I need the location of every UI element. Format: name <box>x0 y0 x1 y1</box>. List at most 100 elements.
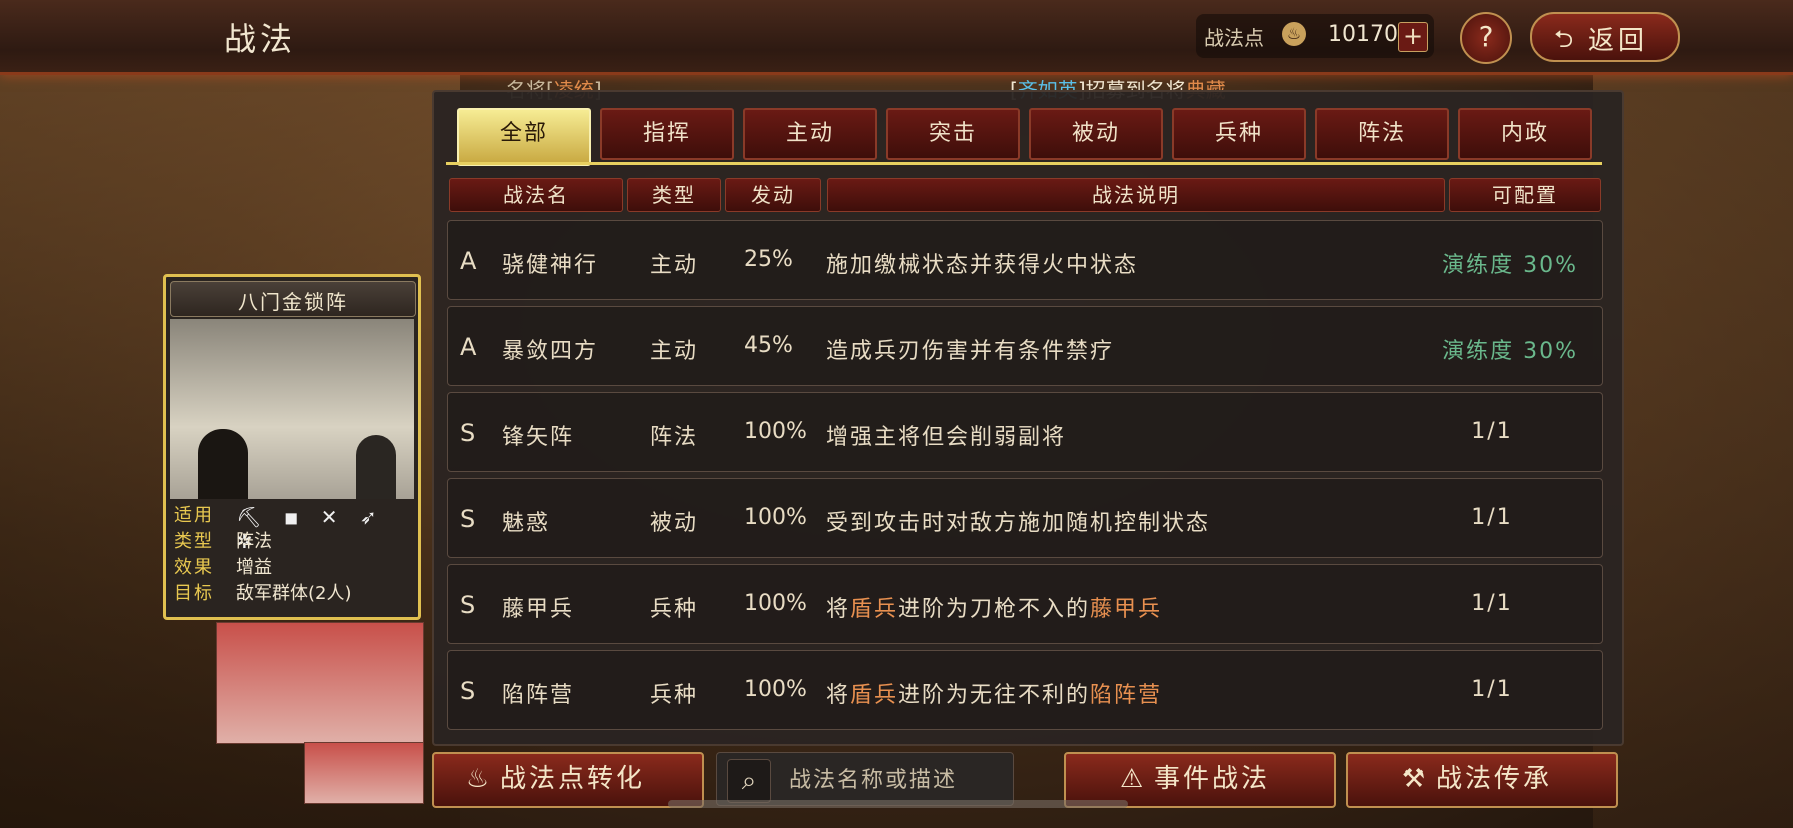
tab-active[interactable]: 主动 <box>743 108 877 160</box>
card-artwork <box>170 319 414 499</box>
inherit-tactics-button[interactable]: ⚒ 战法传承 <box>1346 752 1618 808</box>
convert-label: 战法点转化 <box>500 764 646 794</box>
col-header-rate[interactable]: 发动 <box>725 178 821 212</box>
row-desc: 将盾兵进阶为无往不利的陷阵营 <box>826 677 1162 709</box>
effect-label: 效果 <box>174 557 214 578</box>
table-row[interactable]: S 陷阵营 兵种 100% 将盾兵进阶为无往不利的陷阵营 1/1 <box>447 650 1603 730</box>
row-desc: 增强主将但会削弱副将 <box>826 425 1067 450</box>
back-button[interactable]: ⮌ 返回 <box>1530 12 1680 62</box>
row-type: 兵种 <box>650 683 699 708</box>
row-config: 1/1 <box>1471 419 1513 444</box>
row-rate: 45% <box>744 333 793 358</box>
row-type: 兵种 <box>650 597 699 622</box>
row-type: 阵法 <box>650 425 699 450</box>
horizontal-scrollbar[interactable] <box>668 800 1128 808</box>
tab-all[interactable]: 全部 <box>457 108 591 166</box>
flame-icon: ♨ <box>465 764 493 794</box>
desc-highlight: 盾兵 <box>850 683 899 708</box>
table-row[interactable]: S 藤甲兵 兵种 100% 将盾兵进阶为刀枪不入的藤甲兵 1/1 <box>447 564 1603 644</box>
type-value: 阵法 <box>236 531 272 552</box>
row-grade: A <box>460 333 479 361</box>
search-box[interactable]: ⌕ <box>716 752 1014 806</box>
col-header-name[interactable]: 战法名 <box>449 178 623 212</box>
silhouette-figure <box>198 429 248 499</box>
tab-command[interactable]: 指挥 <box>600 108 734 160</box>
card-stack-back <box>216 622 424 744</box>
effect-value: 增益 <box>236 557 272 578</box>
back-arrow-icon: ⮌ <box>1554 25 1574 53</box>
desc-text: 进阶为刀枪不入的 <box>898 597 1091 622</box>
row-name: 暴敛四方 <box>502 339 599 364</box>
hammer-icon: ⚒ <box>1401 764 1429 794</box>
row-name: 藤甲兵 <box>502 597 575 622</box>
convert-points-button[interactable]: ♨ 战法点转化 <box>432 752 704 808</box>
table-row[interactable]: A 暴敛四方 主动 45% 造成兵刃伤害并有条件禁疗 演练度 30% <box>447 306 1603 386</box>
inherit-label: 战法传承 <box>1436 764 1553 794</box>
card-title-bar: 八门金锁阵 <box>170 281 416 317</box>
row-grade: S <box>460 591 478 619</box>
type-label: 类型 <box>174 531 214 552</box>
row-rate: 100% <box>744 419 807 444</box>
card-stack-back <box>304 742 424 804</box>
help-button[interactable]: ? <box>1460 12 1512 64</box>
row-rate: 100% <box>744 677 807 702</box>
desc-text: 将 <box>826 597 851 622</box>
card-info: 适用 类型 阵法 效果 增益 目标 敌军群体(2人) <box>174 503 352 607</box>
search-icon[interactable]: ⌕ <box>727 759 771 803</box>
row-rate: 100% <box>744 505 807 530</box>
row-name: 骁健神行 <box>502 253 599 278</box>
card-title: 八门金锁阵 <box>238 290 348 314</box>
page-title: 战法 <box>224 20 297 58</box>
row-rate: 25% <box>744 247 793 272</box>
desc-text: 进阶为无往不利的 <box>898 683 1091 708</box>
add-points-button[interactable]: + <box>1398 22 1428 52</box>
tactic-detail-card[interactable]: 八门金锁阵 ⛏ ◾ ✕ ➶ ✲ 适用 类型 阵法 效果 增益 目标 敌军群体(2人) <box>163 274 421 620</box>
table-row[interactable]: S 锋矢阵 阵法 100% 增强主将但会削弱副将 1/1 <box>447 392 1603 472</box>
row-name: 陷阵营 <box>502 683 575 708</box>
tab-assault[interactable]: 突击 <box>886 108 1020 160</box>
row-grade: S <box>460 419 478 447</box>
apply-label: 适用 <box>174 505 214 526</box>
row-grade: S <box>460 505 478 533</box>
silhouette-figure <box>356 435 396 499</box>
tab-passive[interactable]: 被动 <box>1029 108 1163 160</box>
points-value: 10170 <box>1328 22 1398 47</box>
row-config: 1/1 <box>1471 591 1513 616</box>
points-label: 战法点 <box>1204 26 1264 50</box>
row-desc: 施加缴械状态并获得火中状态 <box>826 253 1139 278</box>
search-input[interactable] <box>787 763 1011 797</box>
table-row[interactable]: S 魅惑 被动 100% 受到攻击时对敌方施加随机控制状态 1/1 <box>447 478 1603 558</box>
row-config: 1/1 <box>1471 677 1513 702</box>
flame-icon: ♨ <box>1282 22 1306 46</box>
tab-underline <box>446 162 1602 165</box>
tab-troop[interactable]: 兵种 <box>1172 108 1306 160</box>
col-header-desc: 战法说明 <box>827 178 1445 212</box>
row-desc: 受到攻击时对敌方施加随机控制状态 <box>826 511 1211 536</box>
row-config: 1/1 <box>1471 505 1513 530</box>
row-name: 魅惑 <box>502 511 551 536</box>
row-grade: S <box>460 677 478 705</box>
desc-text: 将 <box>826 683 851 708</box>
desc-highlight: 陷阵营 <box>1090 683 1163 708</box>
desc-highlight: 盾兵 <box>850 597 899 622</box>
desc-highlight: 藤甲兵 <box>1090 597 1163 622</box>
tab-formation[interactable]: 阵法 <box>1315 108 1449 160</box>
row-config: 演练度 30% <box>1442 253 1578 278</box>
col-header-type[interactable]: 类型 <box>627 178 721 212</box>
target-value: 敌军群体(2人) <box>236 583 352 604</box>
event-label: 事件战法 <box>1154 764 1271 794</box>
row-desc: 造成兵刃伤害并有条件禁疗 <box>826 339 1115 364</box>
row-type: 主动 <box>650 339 699 364</box>
table-row[interactable]: A 骁健神行 主动 25% 施加缴械状态并获得火中状态 演练度 30% <box>447 220 1603 300</box>
back-label: 返回 <box>1588 26 1649 56</box>
row-desc: 将盾兵进阶为刀枪不入的藤甲兵 <box>826 591 1162 623</box>
row-config: 演练度 30% <box>1442 339 1578 364</box>
row-type: 被动 <box>650 511 699 536</box>
row-type: 主动 <box>650 253 699 278</box>
event-icon: ⚠ <box>1119 764 1147 794</box>
col-header-config[interactable]: 可配置 <box>1449 178 1601 212</box>
tab-domestic[interactable]: 内政 <box>1458 108 1592 160</box>
row-rate: 100% <box>744 591 807 616</box>
row-name: 锋矢阵 <box>502 425 575 450</box>
row-grade: A <box>460 247 479 275</box>
